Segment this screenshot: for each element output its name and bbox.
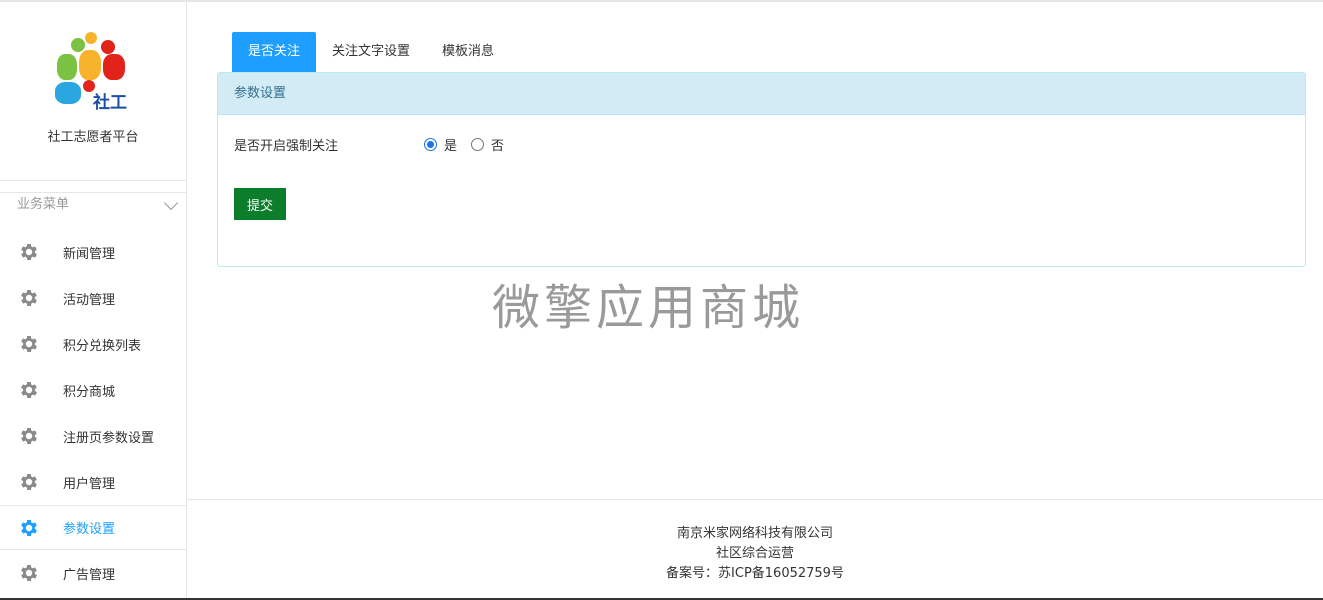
panel-title: 参数设置 <box>218 73 1305 115</box>
menu-header-label: 业务菜单 <box>17 197 70 212</box>
footer-icp: 备案号：苏ICP备16052759号 <box>666 566 844 581</box>
radio-no-label: 否 <box>491 139 505 154</box>
gear-icon <box>18 241 40 263</box>
tab-template-message[interactable]: 模板消息 <box>426 32 510 72</box>
gear-icon <box>18 333 40 355</box>
sidebar-item[interactable]: 用户管理 <box>0 459 186 505</box>
radio-yes-label: 是 <box>444 139 458 154</box>
sidebar-item-label: 用户管理 <box>63 476 116 492</box>
sidebar-item-label: 积分商城 <box>63 384 116 400</box>
gear-icon <box>18 471 40 493</box>
sidebar-item[interactable]: 广告管理 <box>0 550 186 596</box>
gear-icon <box>18 425 40 447</box>
chevron-down-icon <box>163 195 179 211</box>
gear-icon <box>18 287 40 309</box>
top-border <box>0 0 1323 2</box>
force-follow-label: 是否开启强制关注 <box>234 139 339 154</box>
radio-no-indicator[interactable] <box>471 138 485 151</box>
radio-yes-indicator[interactable] <box>424 138 437 151</box>
submit-button[interactable]: 提交 <box>234 188 286 220</box>
sidebar-item-label: 注册页参数设置 <box>63 430 155 446</box>
sidebar-item[interactable]: 积分商城 <box>0 367 186 413</box>
radio-yes[interactable]: 是 <box>424 135 457 154</box>
tab-follow-text-settings[interactable]: 关注文字设置 <box>316 32 426 72</box>
logo[interactable]: 社工 <box>53 32 133 114</box>
tab-follow[interactable]: 是否关注 <box>232 32 317 72</box>
gear-icon <box>18 379 40 401</box>
sidebar-item-label: 参数设置 <box>63 522 116 537</box>
footer-tagline: 社区综合运营 <box>715 546 794 561</box>
brand-name: 社工志愿者平台 <box>47 130 139 145</box>
sidebar: 社工 社工志愿者平台 业务菜单 新闻管理活动管理积分兑换列表 积分商城注册页参数设… <box>0 2 187 600</box>
footer: 南京米家网络科技有限公司 社区综合运营 备案号：苏ICP备16052759号 <box>187 499 1323 600</box>
radio-no[interactable]: 否 <box>471 135 504 154</box>
brand-block: 社工 社工志愿者平台 <box>0 32 186 193</box>
sidebar-item[interactable]: 新闻管理 <box>0 229 186 275</box>
sidebar-item-label: 活动管理 <box>63 292 116 308</box>
sidebar-item-label: 积分兑换列表 <box>63 338 142 354</box>
sidebar-item-label: 广告管理 <box>63 567 116 583</box>
sidebar-item[interactable]: 积分兑换列表 <box>0 321 186 367</box>
settings-panel: 参数设置 是否开启强制关注 是 否 提交 <box>217 72 1306 267</box>
menu-header[interactable]: 业务菜单 <box>0 181 186 229</box>
footer-company: 南京米家网络科技有限公司 <box>676 526 833 541</box>
sidebar-item[interactable]: 参数设置 <box>0 505 186 550</box>
sidebar-item[interactable]: 注册页参数设置 <box>0 413 186 459</box>
tab-bar: 是否关注 关注文字设置 模板消息 <box>232 32 510 72</box>
gear-icon <box>18 517 40 539</box>
watermark: 微擎应用商城 <box>492 280 805 336</box>
sidebar-item[interactable]: 活动管理 <box>0 275 186 321</box>
business-menu: 业务菜单 新闻管理活动管理积分兑换列表 积分商城注册页参数设置 用户管理参数设置广告… <box>0 180 186 596</box>
gear-icon <box>18 562 40 584</box>
force-follow-row: 是否开启强制关注 是 否 <box>234 135 518 154</box>
sidebar-item-label: 新闻管理 <box>63 246 116 262</box>
logo-text: 社工 <box>93 93 127 113</box>
